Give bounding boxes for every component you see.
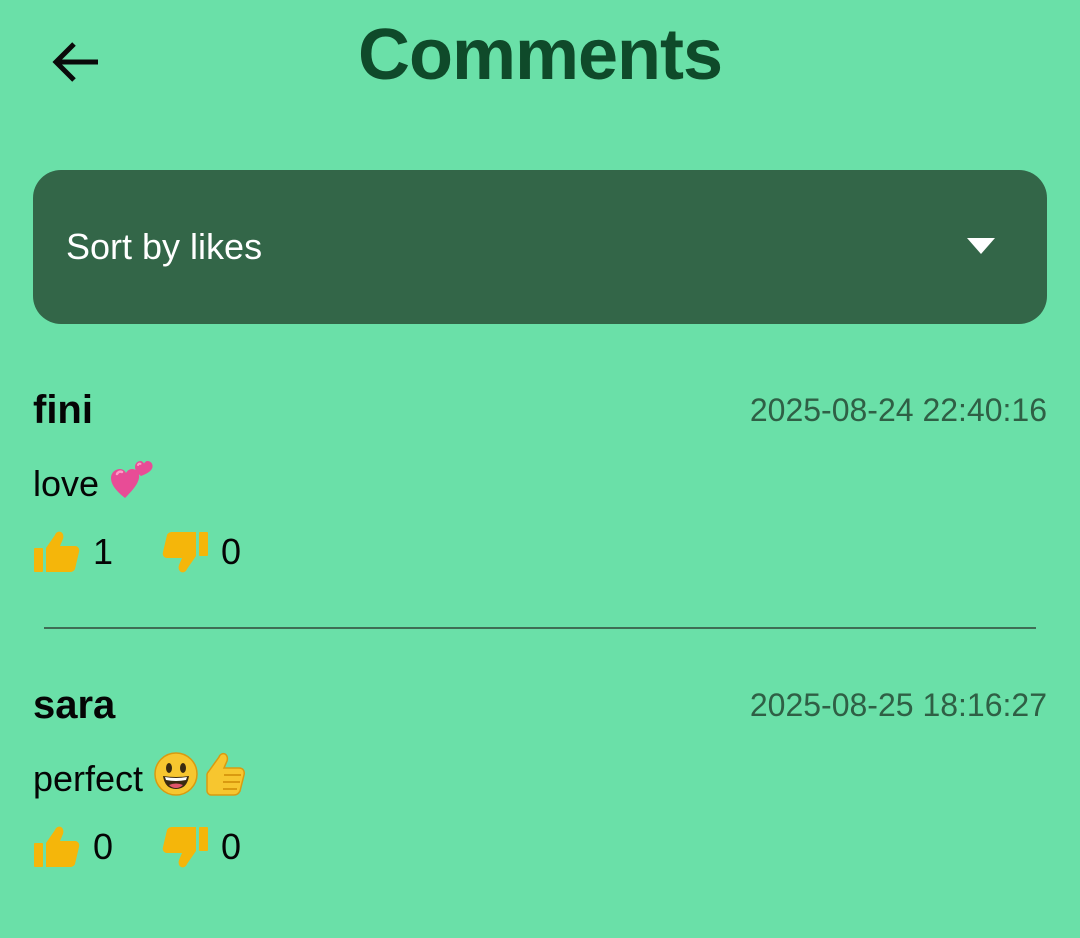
- thumbs-up-emoji-icon: [201, 751, 247, 807]
- comment-text: love: [33, 456, 155, 512]
- thumbs-up-icon: [34, 826, 80, 867]
- comment-item: fini 2025-08-24 22:40:16 love 1 0: [33, 386, 1047, 586]
- reaction-bar: 1 0: [33, 528, 289, 576]
- sort-select[interactable]: Sort by likes: [33, 170, 1047, 324]
- comment-text: perfect: [33, 751, 247, 807]
- comment-divider: [44, 627, 1036, 629]
- dislike-count: 0: [221, 826, 242, 867]
- dislike-button[interactable]: 0: [161, 530, 241, 574]
- dislike-count: 0: [221, 531, 242, 572]
- sort-selected-value: Sort by likes: [66, 226, 263, 267]
- app-header: Comments: [0, 0, 1080, 120]
- comment-item: sara 2025-08-25 18:16:27 perfect 0 0: [33, 681, 1047, 881]
- comment-text-content: perfect: [33, 758, 144, 799]
- dislike-button[interactable]: 0: [161, 825, 241, 869]
- caret-down-icon: [967, 238, 995, 254]
- two-hearts-icon: [109, 456, 155, 512]
- thumbs-down-icon: [162, 827, 209, 868]
- thumbs-down-icon: [162, 532, 209, 573]
- page-title: Comments: [357, 15, 723, 95]
- like-button[interactable]: 1: [33, 530, 113, 574]
- comment-author: sara: [33, 683, 116, 727]
- comment-author: fini: [33, 388, 93, 432]
- reaction-bar: 0 0: [33, 823, 289, 871]
- grinning-face-icon: [153, 751, 199, 807]
- like-count: 1: [93, 531, 114, 572]
- comment-timestamp: 2025-08-24 22:40:16: [749, 392, 1047, 428]
- comment-timestamp: 2025-08-25 18:16:27: [749, 687, 1047, 723]
- thumbs-up-icon: [34, 531, 80, 572]
- comment-text-content: love: [33, 463, 100, 504]
- like-count: 0: [93, 826, 114, 867]
- like-button[interactable]: 0: [33, 825, 113, 869]
